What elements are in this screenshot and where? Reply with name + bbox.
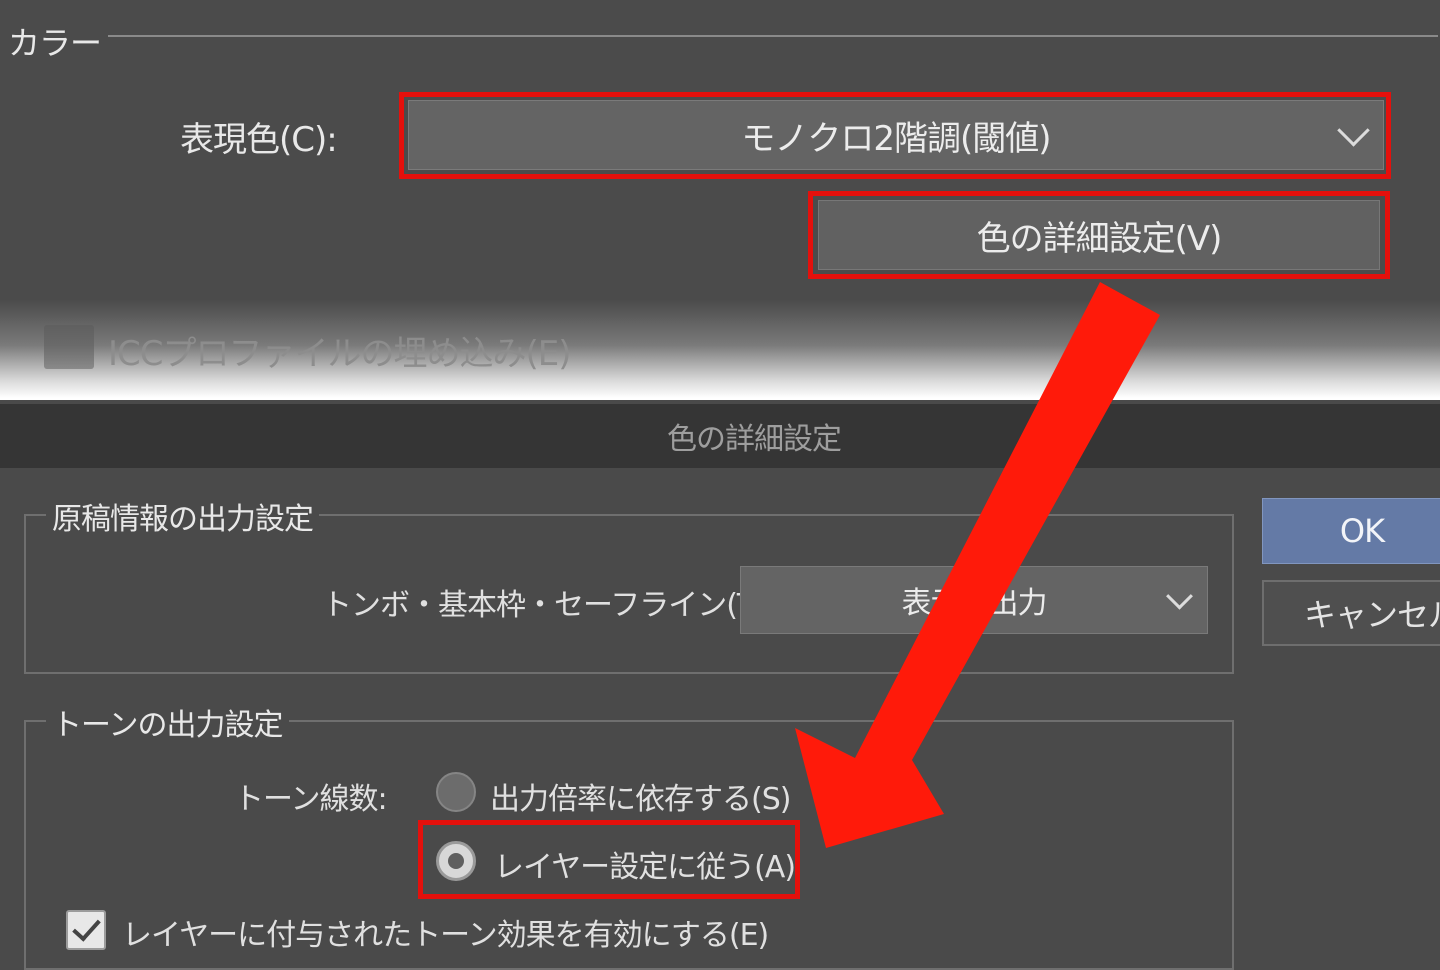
radio-depend-output-scale-label: 出力倍率に依存する(S) xyxy=(490,782,791,817)
tone-effect-checkbox-label: レイヤーに付与されたトーン効果を有効にする(E) xyxy=(122,918,769,953)
expression-color-value: モノクロ2階調(閾値) xyxy=(741,118,1051,159)
ok-button[interactable]: OK xyxy=(1262,498,1440,564)
crop-marks-label: トンボ・基本枠・セーフライン(T): xyxy=(322,588,775,623)
icc-profile-label: ICCプロファイルの埋め込み(E) xyxy=(108,334,572,374)
radio-follow-layer-settings-label: レイヤー設定に従う(A) xyxy=(494,850,796,885)
color-detail-settings-button[interactable]: 色の詳細設定(V) xyxy=(818,200,1380,270)
crop-marks-value: 表示を出力 xyxy=(901,586,1048,621)
radio-follow-layer-settings[interactable] xyxy=(436,841,476,881)
expression-color-select[interactable]: モノクロ2階調(閾値) xyxy=(408,100,1384,170)
color-section-title: カラー xyxy=(8,24,102,62)
section-divider xyxy=(108,35,1438,37)
expression-color-label: 表現色(C): xyxy=(180,120,338,160)
tone-effect-checkbox[interactable] xyxy=(66,910,106,950)
color-detail-settings-label: 色の詳細設定(V) xyxy=(976,218,1223,259)
crop-marks-select[interactable]: 表示を出力 xyxy=(740,566,1208,634)
manuscript-output-group-title: 原稿情報の出力設定 xyxy=(46,494,319,538)
color-detail-dialog: 色の詳細設定 原稿情報の出力設定 トンボ・基本枠・セーフライン(T): 表示を出… xyxy=(0,404,1440,970)
icc-profile-checkbox[interactable] xyxy=(44,325,94,369)
tone-lines-label: トーン線数: xyxy=(234,782,388,817)
cancel-button-label: キャンセル xyxy=(1304,596,1440,634)
dialog-title: 色の詳細設定 xyxy=(667,422,842,457)
export-settings-color-panel: カラー 表現色(C): モノクロ2階調(閾値) 色の詳細設定(V) ICCプロフ… xyxy=(0,0,1440,400)
dialog-titlebar: 色の詳細設定 xyxy=(0,404,1440,468)
radio-depend-output-scale[interactable] xyxy=(436,772,476,812)
chevron-down-icon xyxy=(1166,582,1193,610)
ok-button-label: OK xyxy=(1339,512,1385,550)
chevron-down-icon xyxy=(1337,114,1370,147)
cancel-button[interactable]: キャンセル xyxy=(1262,580,1440,646)
tone-output-group-title: トーンの出力設定 xyxy=(46,700,289,744)
